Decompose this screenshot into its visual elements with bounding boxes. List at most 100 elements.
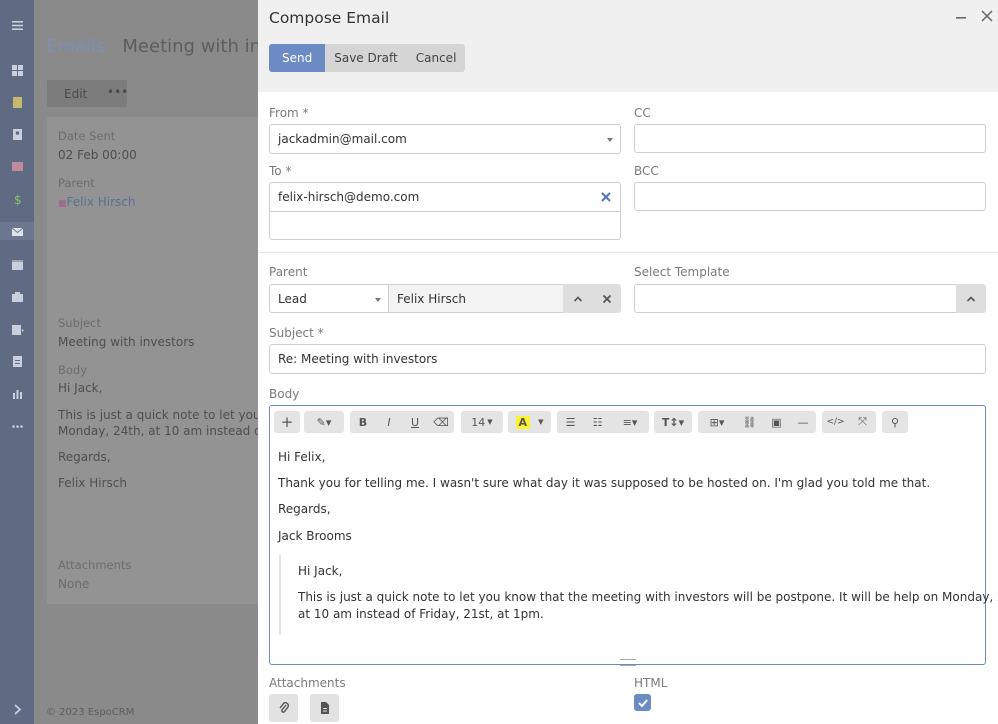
parent-clear-button[interactable] (592, 284, 621, 313)
italic-icon: I (387, 415, 391, 429)
parent-link[interactable]: ■Felix Hirsch (58, 195, 135, 209)
body-line: Hi Jack, (58, 381, 103, 395)
image-icon: ▣ (771, 415, 782, 429)
table-icon: ⊞▾ (709, 415, 725, 429)
link-button[interactable]: ⛓ (736, 411, 763, 433)
body-text: Thank you for telling me. I wasn't sure … (278, 476, 931, 490)
parent-select-button[interactable] (563, 284, 592, 313)
attach-file-button[interactable] (269, 694, 298, 722)
accounts-icon[interactable] (8, 93, 26, 111)
resize-handle[interactable] (620, 659, 636, 666)
edit-button[interactable]: Edit (64, 87, 87, 101)
body-greeting: Hi Felix, (278, 450, 326, 464)
cases-icon[interactable] (8, 287, 26, 305)
more-tabs-icon[interactable] (8, 417, 26, 435)
fullscreen-button[interactable]: ⤧ (849, 411, 876, 433)
text-color-button[interactable]: A ▼ (508, 411, 551, 433)
bold-button[interactable]: B (350, 411, 376, 433)
clear-icon (602, 294, 611, 303)
minimize-icon[interactable] (953, 8, 969, 24)
breadcrumb-emails-link[interactable]: Emails (46, 36, 105, 57)
calendar-icon[interactable] (8, 255, 26, 273)
font-size-value: 14 (471, 415, 486, 429)
bcc-field[interactable] (634, 182, 986, 211)
quote-text: at 10 am instead of Friday, 21st, at 1pm… (298, 607, 544, 621)
table-dropdown[interactable]: ⊞▾ (698, 411, 736, 433)
cancel-button[interactable]: Cancel (406, 44, 466, 72)
italic-button[interactable]: I (376, 411, 402, 433)
cc-label: CC (634, 106, 651, 120)
subject-value: Meeting with investors (58, 335, 195, 349)
code-view-button[interactable]: </> (822, 411, 849, 433)
chevron-up-icon (573, 295, 582, 302)
chevron-up-icon (966, 295, 976, 302)
emails-icon[interactable] (0, 222, 34, 240)
send-button[interactable]: Send (269, 44, 326, 72)
edit-button-group[interactable]: Edit ••• (47, 80, 128, 107)
select-template-label: Select Template (634, 265, 730, 279)
save-draft-button[interactable]: Save Draft (325, 44, 407, 72)
underline-button[interactable]: U (402, 411, 428, 433)
document-icon (320, 702, 329, 714)
modal-button-group: Send Save Draft Cancel (269, 44, 466, 72)
template-select-button[interactable] (956, 284, 986, 313)
documents-icon[interactable] (8, 352, 26, 370)
cc-field[interactable] (634, 124, 986, 153)
remove-address-icon[interactable] (600, 191, 612, 203)
subject-label: Subject * (269, 326, 324, 340)
from-select[interactable]: jackadmin@mail.com (269, 124, 621, 154)
subject-input[interactable]: Re: Meeting with investors (269, 344, 986, 374)
tasks-icon[interactable] (8, 320, 26, 338)
modal-title: Compose Email (269, 9, 390, 27)
clear-format-button[interactable]: ⌫ (428, 411, 454, 433)
reports-icon[interactable] (8, 384, 26, 402)
expand-sidebar-icon[interactable] (8, 700, 26, 718)
opportunities-icon[interactable]: $ (8, 190, 26, 208)
bullet-list-button[interactable]: ☰ (557, 411, 584, 433)
html-checkbox[interactable] (634, 694, 651, 711)
modal-header: Compose Email Send Save Draft Cancel (258, 0, 998, 92)
style-dropdown[interactable]: ✎▾ (304, 411, 344, 433)
template-field[interactable] (634, 284, 957, 313)
numbered-list-icon: ☷ (592, 415, 603, 429)
footer-copyright: © 2023 EspoCRM (46, 707, 135, 718)
quote-text: This is just a quick note to let you kno… (298, 590, 998, 604)
compose-email-modal: Compose Email Send Save Draft Cancel Fro… (258, 0, 998, 724)
paperclip-icon (278, 702, 289, 713)
leads-icon[interactable] (8, 157, 26, 175)
underline-icon: U (410, 415, 420, 429)
html-label: HTML (634, 676, 668, 690)
close-icon[interactable] (979, 8, 995, 24)
parent-type-select[interactable]: Lead (269, 284, 389, 313)
dashboard-icon[interactable] (8, 61, 26, 79)
subject-label: Subject (58, 316, 101, 330)
parent-name-field[interactable]: Felix Hirsch (388, 284, 564, 313)
from-value: jackadmin@mail.com (278, 132, 407, 146)
contacts-icon[interactable] (8, 125, 26, 143)
detail-panel: Date Sent 02 Feb 00:00 Parent ■Felix Hir… (47, 117, 258, 604)
to-address-input[interactable] (270, 212, 620, 239)
to-field: felix-hirsch@demo.com (269, 182, 621, 240)
parent-label: Parent (58, 176, 95, 190)
numbered-list-button[interactable]: ☷ (584, 411, 611, 433)
minus-icon: — (797, 415, 809, 429)
horizontal-rule-button[interactable]: — (790, 411, 816, 433)
line-height-dropdown[interactable]: T↕▾ (654, 411, 692, 433)
align-dropdown[interactable]: ≡▾ (611, 411, 649, 433)
more-actions-button[interactable]: ••• (107, 85, 128, 99)
attach-document-button[interactable] (310, 694, 339, 722)
paperclip-icon: ⚲ (890, 415, 900, 429)
font-size-dropdown[interactable]: 14 ▼ (461, 411, 503, 433)
subject-value: Re: Meeting with investors (278, 352, 438, 366)
align-icon: ≡▾ (622, 415, 638, 429)
insert-button[interactable]: + (274, 411, 300, 433)
image-button[interactable]: ▣ (763, 411, 790, 433)
code-icon: </> (826, 417, 845, 427)
body-label: Body (58, 363, 88, 377)
attach-in-editor-button[interactable]: ⚲ (882, 411, 908, 433)
blockquote-border (279, 555, 281, 635)
body-editor[interactable]: + ✎▾ B I U ⌫ 14 ▼ A ▼ ☰ ☷ ≡▾ T↕▾ ⊞▾ ⛓ ▣ — … (269, 405, 998, 666)
hamburger-menu-icon[interactable] (8, 16, 26, 34)
chevron-down-icon (375, 298, 381, 302)
body-line: This is just a quick note to let you kno (58, 408, 258, 422)
